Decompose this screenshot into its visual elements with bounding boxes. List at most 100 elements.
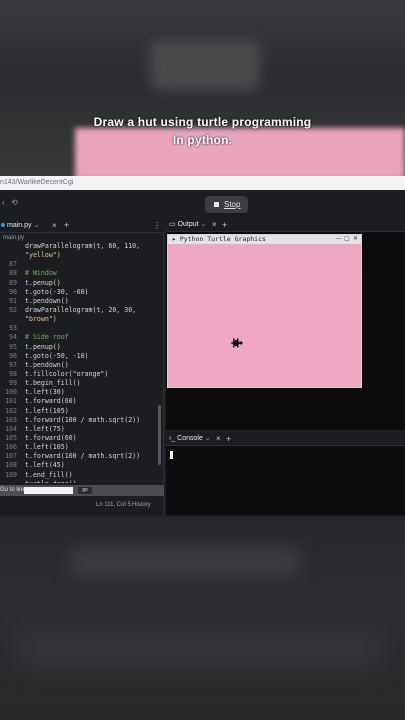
code-text: t.left(105): [25, 406, 69, 415]
line-number: 106: [5, 443, 17, 452]
close-console-icon[interactable]: ×: [216, 432, 221, 446]
code-line[interactable]: "yellow"): [0, 251, 158, 260]
output-tab-label: Output: [177, 221, 199, 228]
code-line[interactable]: 105 t.forward(60): [0, 434, 158, 443]
code-text: # Side roof: [25, 333, 69, 342]
code-line[interactable]: 89 t.penup(): [0, 279, 158, 288]
code-text: t.forward(100 / math.sqrt(2)): [25, 415, 141, 424]
code-line[interactable]: 103 t.forward(100 / math.sqrt(2)): [0, 416, 158, 425]
code-line[interactable]: 92 drawParallelogram(t, 20, 30,: [0, 306, 158, 315]
line-number: 87: [9, 260, 17, 269]
code-text: # Window: [25, 269, 57, 278]
line-number: 92: [9, 305, 17, 314]
screen: Draw a hut using turtle programming In p…: [0, 0, 405, 720]
code-line[interactable]: turtle.done(): [0, 480, 158, 483]
code-text: t.pendown(): [25, 296, 69, 305]
line-number: 89: [9, 278, 17, 287]
maximize-icon[interactable]: ▢: [344, 235, 350, 244]
code-line[interactable]: "brown"): [0, 315, 158, 324]
code-line[interactable]: 108 t.left(45): [0, 461, 158, 470]
code-line[interactable]: 98 t.fillcolor("orange"): [0, 370, 158, 379]
code-text: t.penup(): [25, 278, 61, 287]
code-line[interactable]: 99 t.begin_fill(): [0, 379, 158, 388]
code-line[interactable]: 90 t.goto(-30, -60): [0, 288, 158, 297]
cursor-position: Ln 111, Col 5: [96, 502, 131, 508]
code-editor-pane: main.py ⌄ × + ⋮ main.py drawParallelogra…: [0, 218, 164, 515]
terminal-icon: ›_: [169, 435, 178, 442]
code-line[interactable]: 88 # Window: [0, 269, 158, 278]
go-button[interactable]: go: [78, 487, 92, 494]
code-text: drawParallelogram(t, 60, 110,: [25, 242, 141, 250]
code-line[interactable]: 107 t.forward(100 / math.sqrt(2)): [0, 452, 158, 461]
go-to-line-label: Go to line: [0, 487, 26, 493]
code-text: t.left(30): [25, 388, 65, 397]
add-console-tab-button[interactable]: +: [226, 432, 231, 446]
code-line[interactable]: 93: [0, 324, 158, 333]
workspace-toolbar: ‹ ⟲: [0, 190, 405, 218]
code-line[interactable]: 104 t.left(75): [0, 425, 158, 434]
history-button[interactable]: History: [132, 498, 151, 513]
blurred-shape: [150, 40, 260, 90]
code-line[interactable]: 106 t.left(105): [0, 443, 158, 452]
code-text: t.left(75): [25, 424, 65, 433]
code-area[interactable]: drawParallelogram(t, 60, 110, "yellow") 87…: [0, 242, 158, 483]
code-line[interactable]: 95 t.penup(): [0, 343, 158, 352]
refresh-icon[interactable]: ⟲: [11, 198, 18, 207]
code-line[interactable]: 94 # Side roof: [0, 333, 158, 342]
python-file-icon: [1, 223, 5, 227]
line-number: 101: [5, 397, 17, 406]
code-text: t.left(105): [25, 443, 69, 452]
window-icon: ▸: [172, 235, 180, 243]
editor-scrollbar[interactable]: [158, 405, 161, 465]
line-number: 102: [5, 406, 17, 415]
close-output-icon[interactable]: ×: [212, 218, 217, 232]
code-line[interactable]: 91 t.pendown(): [0, 297, 158, 306]
more-options-icon[interactable]: ⋮: [153, 218, 161, 233]
tab-main-py[interactable]: main.py ⌄: [0, 218, 39, 233]
minimize-icon[interactable]: —: [336, 235, 342, 244]
tab-output[interactable]: ▭ Output ⌄: [169, 218, 206, 232]
console-cursor[interactable]: [170, 451, 173, 459]
turtle-window-titlebar: ▸ Python Turtle Graphics: [168, 235, 361, 244]
add-output-tab-button[interactable]: +: [222, 218, 227, 232]
code-text: t.goto(-50, -10): [25, 351, 89, 360]
breadcrumb[interactable]: main.py: [3, 235, 24, 241]
line-number: 104: [5, 424, 17, 433]
url-bar[interactable]: n143/WarlikeDecentCgi: [0, 176, 405, 190]
line-number: 90: [9, 287, 17, 296]
code-line[interactable]: 109 t.end_fill(): [0, 471, 158, 480]
line-number: 100: [5, 388, 17, 397]
code-line[interactable]: drawParallelogram(t, 60, 110,: [0, 242, 158, 251]
line-number: 97: [9, 360, 17, 369]
close-window-icon[interactable]: ✕: [353, 235, 358, 244]
code-text: "yellow"): [25, 251, 61, 260]
code-text: t.forward(60): [25, 397, 77, 406]
code-line[interactable]: 87: [0, 260, 158, 269]
code-line[interactable]: 100 t.left(30): [0, 388, 158, 397]
code-line[interactable]: 97 t.pendown(): [0, 361, 158, 370]
code-line[interactable]: 96 t.goto(-50, -10): [0, 352, 158, 361]
blurred-background-bottom: [0, 517, 405, 720]
line-number: 99: [9, 379, 17, 388]
line-number: 108: [5, 461, 17, 470]
stop-button[interactable]: Stop: [205, 196, 248, 213]
code-line[interactable]: 102 t.left(105): [0, 407, 158, 416]
blurred-background-top: [0, 0, 405, 190]
go-to-line-input[interactable]: [24, 487, 73, 494]
turtle-icon: [231, 338, 243, 348]
turtle-graphics-window: ▸ Python Turtle Graphics — ▢ ✕: [167, 234, 362, 388]
code-text: t.left(45): [25, 461, 65, 470]
back-icon[interactable]: ‹: [2, 198, 5, 207]
close-tab-icon[interactable]: ×: [52, 218, 57, 233]
code-text: t.begin_fill(): [25, 379, 81, 388]
console-tab-bar: ›_ Console ⌄ × +: [166, 432, 405, 446]
line-number: 109: [5, 470, 17, 479]
stop-icon: [214, 202, 219, 207]
output-tab-bar: ▭ Output ⌄ × +: [166, 218, 405, 232]
code-line[interactable]: 101 t.forward(60): [0, 397, 158, 406]
line-number: 91: [9, 296, 17, 305]
code-text: t.forward(100 / math.sqrt(2)): [25, 452, 141, 461]
add-tab-button[interactable]: +: [64, 218, 69, 233]
line-number: 94: [9, 333, 17, 342]
tab-console[interactable]: ›_ Console ⌄: [169, 432, 211, 446]
